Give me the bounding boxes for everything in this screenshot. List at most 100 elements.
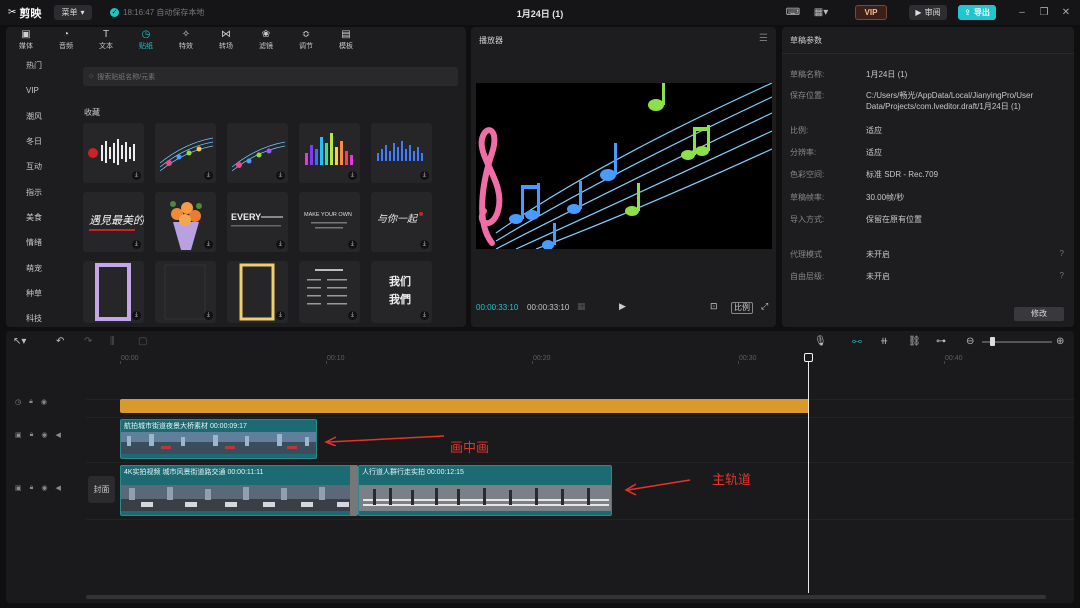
download-icon[interactable]: ⤓ bbox=[276, 171, 285, 180]
keyboard-shortcut-icon[interactable]: ⌨ bbox=[786, 6, 800, 19]
sticker-category-item[interactable]: 美食 bbox=[6, 205, 68, 230]
sticker-item[interactable]: MAKE YOUR OWN ⤓ bbox=[299, 192, 360, 252]
sticker-category-item[interactable]: 潮风 bbox=[6, 104, 68, 129]
review-button[interactable]: ▶ 审阅 bbox=[909, 5, 947, 20]
sticker-item[interactable]: 与你一起 ⤓ bbox=[371, 192, 432, 252]
download-icon[interactable]: ⤓ bbox=[132, 311, 141, 320]
sticker-item[interactable]: ⤓ bbox=[155, 192, 216, 252]
help-icon[interactable]: ? bbox=[1060, 249, 1064, 258]
close-icon[interactable]: ✕ bbox=[1060, 6, 1072, 19]
sticker-category-item[interactable]: 指示 bbox=[6, 179, 68, 204]
undo-icon[interactable]: ↶ bbox=[56, 336, 64, 348]
eye-icon[interactable]: ◉ bbox=[41, 431, 47, 439]
tab-media[interactable]: ▣ 媒体 bbox=[6, 27, 46, 53]
hamburger-menu-icon[interactable]: ☰ bbox=[759, 33, 768, 44]
tab-template[interactable]: ▤ 模板 bbox=[326, 27, 366, 53]
sticker-category-item[interactable]: 情绪 bbox=[6, 230, 68, 255]
sticker-category-item[interactable]: 科技 bbox=[6, 306, 68, 331]
download-icon[interactable]: ⤓ bbox=[276, 240, 285, 249]
minimize-icon[interactable]: – bbox=[1016, 6, 1028, 19]
sticker-item[interactable]: 我们 我們 ⤓ bbox=[371, 261, 432, 323]
export-button[interactable]: ⇪ 导出 bbox=[958, 5, 996, 20]
cover-button[interactable]: 封面 bbox=[88, 476, 115, 503]
download-icon[interactable]: ⤓ bbox=[420, 311, 429, 320]
zoom-in-icon[interactable]: ⊕ bbox=[1056, 336, 1064, 348]
fit-screen-icon[interactable]: ⊡ bbox=[710, 301, 718, 312]
pip-video-clip[interactable]: 航拍城市街道夜景大桥素材 00:00:09:17 bbox=[120, 419, 317, 459]
main-video-clip-1[interactable]: 4K实拍视频 城市风景街道路交通 00:00:11:11 bbox=[120, 465, 354, 516]
delete-icon[interactable]: ▢ bbox=[138, 336, 147, 348]
tab-transition[interactable]: ⋈ 转场 bbox=[206, 27, 246, 53]
eye-icon[interactable]: ◉ bbox=[41, 484, 47, 492]
sticker-item[interactable]: ⤓ bbox=[299, 123, 360, 183]
main-track-magnet-icon[interactable]: ⧟ bbox=[852, 336, 862, 348]
redo-icon[interactable]: ↷ bbox=[84, 336, 92, 348]
tab-filter[interactable]: ❀ 滤镜 bbox=[246, 27, 286, 53]
download-icon[interactable]: ⤓ bbox=[276, 311, 285, 320]
split-icon[interactable]: ⫼ bbox=[110, 336, 115, 348]
sticker-clip[interactable] bbox=[120, 399, 809, 413]
modify-button[interactable]: 修改 bbox=[1014, 307, 1064, 321]
transition-handle[interactable] bbox=[350, 465, 358, 516]
download-icon[interactable]: ⤓ bbox=[420, 240, 429, 249]
audio-icon[interactable]: ◀︎ bbox=[55, 484, 60, 492]
sticker-item[interactable]: ⤓ bbox=[227, 261, 288, 323]
sticker-item[interactable]: ⤓ bbox=[83, 261, 144, 323]
tab-adjust[interactable]: ≎ 调节 bbox=[286, 27, 326, 53]
layout-icon[interactable]: ▦▾ bbox=[810, 6, 832, 19]
auto-snap-icon[interactable]: ⧺ bbox=[880, 336, 888, 348]
zoom-out-icon[interactable]: ⊖ bbox=[966, 336, 974, 348]
download-icon[interactable]: ⤓ bbox=[204, 311, 213, 320]
video-preview[interactable] bbox=[476, 83, 772, 249]
select-cursor-icon[interactable]: ↖▾ bbox=[13, 336, 26, 348]
microphone-icon[interactable]: 🎙 bbox=[814, 336, 827, 348]
playhead-handle[interactable] bbox=[804, 353, 813, 362]
download-icon[interactable]: ⤓ bbox=[348, 311, 357, 320]
sticker-category-item[interactable]: 互动 bbox=[6, 154, 68, 179]
play-icon[interactable]: ▶ bbox=[619, 301, 626, 312]
playhead[interactable] bbox=[808, 355, 809, 593]
lock-icon[interactable]: 🔒︎ bbox=[30, 484, 34, 492]
tab-audio[interactable]: ◔ 音频 bbox=[46, 27, 86, 53]
sticker-item[interactable]: ⤓ bbox=[155, 261, 216, 323]
download-icon[interactable]: ⤓ bbox=[204, 240, 213, 249]
download-icon[interactable]: ⤓ bbox=[132, 171, 141, 180]
sticker-category-item[interactable]: 种草 bbox=[6, 281, 68, 306]
tab-effect[interactable]: ✧ 特效 bbox=[166, 27, 206, 53]
audio-icon[interactable]: ◀︎ bbox=[55, 431, 60, 439]
zoom-slider-handle[interactable] bbox=[990, 337, 995, 346]
sticker-category-item[interactable]: VIP bbox=[6, 78, 68, 103]
sticker-item[interactable]: ⤓ bbox=[227, 123, 288, 183]
download-icon[interactable]: ⤓ bbox=[132, 240, 141, 249]
sticker-item[interactable]: ⤓ bbox=[299, 261, 360, 323]
maximize-icon[interactable]: ❐ bbox=[1038, 6, 1050, 19]
timeline-ruler[interactable]: 00:00 00:10 00:20 00:30 00:40 bbox=[6, 353, 1074, 365]
ratio-button[interactable]: 比例 bbox=[731, 302, 753, 314]
download-icon[interactable]: ⤓ bbox=[348, 240, 357, 249]
sticker-item[interactable]: ⤓ bbox=[155, 123, 216, 183]
timecode-grid-icon[interactable]: ▦ bbox=[577, 301, 586, 312]
sticker-category-item[interactable]: 萌宠 bbox=[6, 255, 68, 280]
sticker-item[interactable]: ⤓ bbox=[83, 123, 144, 183]
sticker-search-input[interactable]: ○ 搜索贴纸名称/元素 bbox=[83, 67, 458, 86]
tab-sticker[interactable]: ◷ 贴纸 bbox=[126, 27, 166, 53]
sticker-category-item[interactable]: 热门 bbox=[6, 53, 68, 78]
linkage-icon[interactable]: ⛓ bbox=[908, 336, 921, 348]
sticker-category-item[interactable]: 冬日 bbox=[6, 129, 68, 154]
lock-icon[interactable]: 🔒︎ bbox=[30, 431, 34, 439]
vip-badge[interactable]: VIP bbox=[855, 5, 887, 20]
download-icon[interactable]: ⤓ bbox=[204, 171, 213, 180]
timeline-horizontal-scrollbar[interactable] bbox=[86, 595, 1046, 599]
main-video-clip-2[interactable]: 人行道人群行走实拍 00:00:12:15 bbox=[358, 465, 612, 516]
tab-text[interactable]: T 文本 bbox=[86, 27, 126, 53]
download-icon[interactable]: ⤓ bbox=[420, 171, 429, 180]
download-icon[interactable]: ⤓ bbox=[348, 171, 357, 180]
lock-icon[interactable]: 🔒︎ bbox=[29, 398, 33, 406]
preview-axis-icon[interactable]: ⊶ bbox=[936, 336, 946, 348]
sticker-item[interactable]: 遇見最美的你 ⤓ bbox=[83, 192, 144, 252]
fullscreen-icon[interactable]: ⤢ bbox=[761, 301, 768, 312]
eye-icon[interactable]: ◉ bbox=[41, 398, 47, 406]
sticker-item[interactable]: ⤓ bbox=[371, 123, 432, 183]
help-icon[interactable]: ? bbox=[1060, 271, 1064, 280]
sticker-item[interactable]: EVERY ⤓ bbox=[227, 192, 288, 252]
